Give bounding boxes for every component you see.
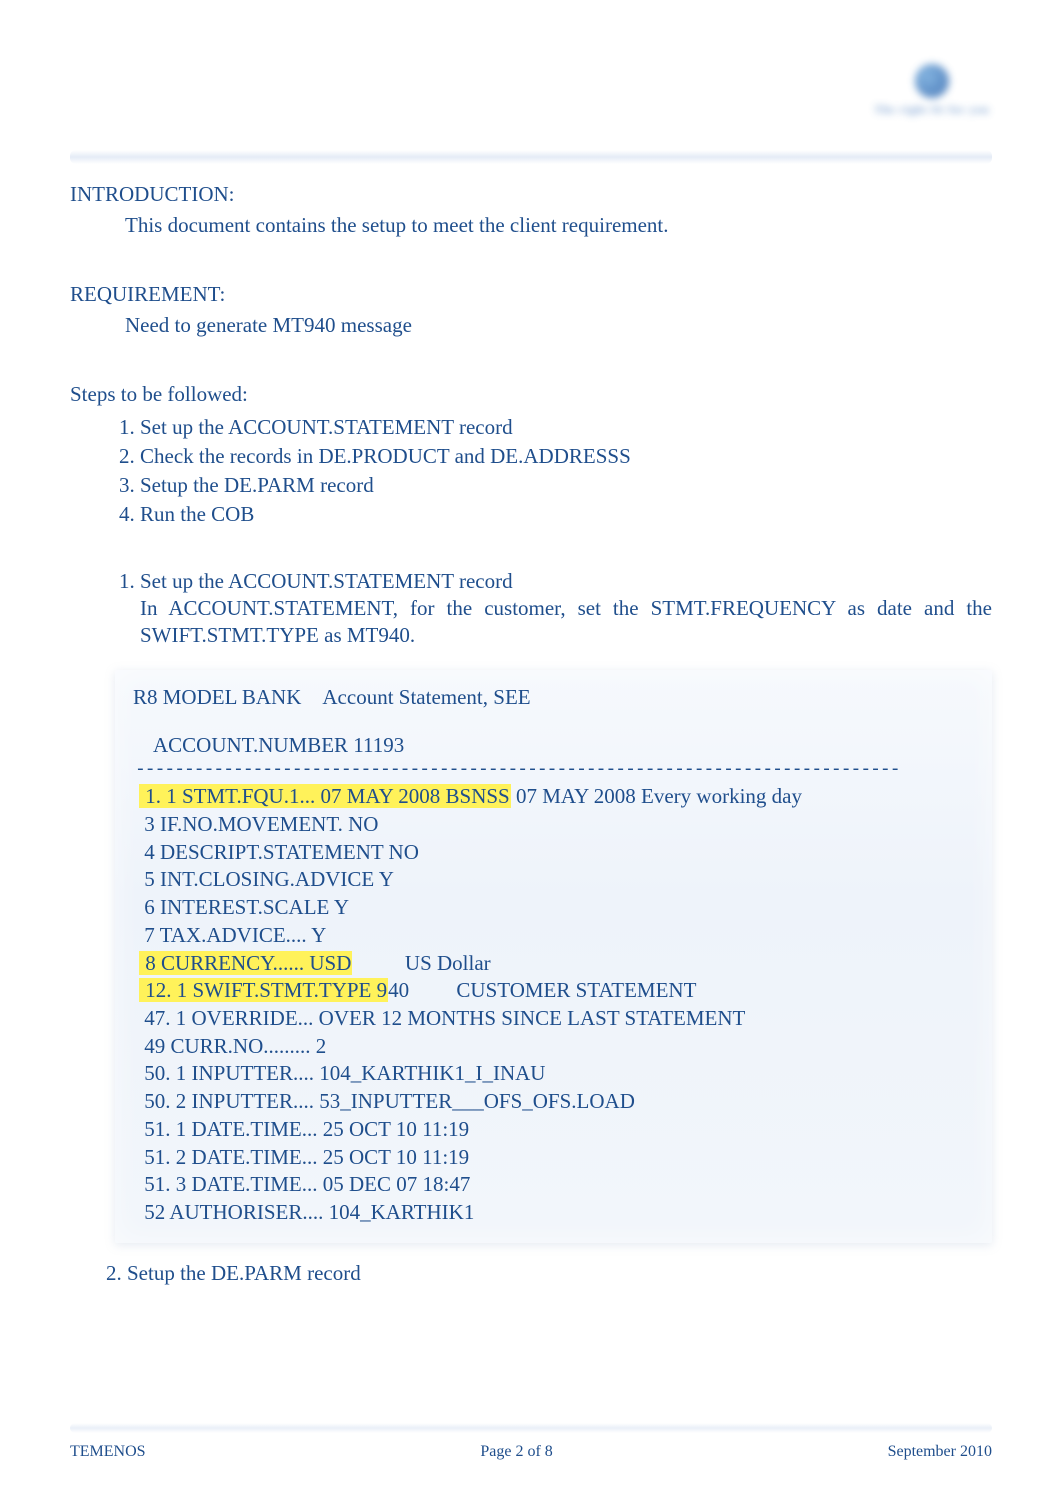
terminal-row: 4 DESCRIPT.STATEMENT NO [139,839,974,867]
footer-right: September 2010 [888,1443,992,1461]
terminal-row: 50. 2 INPUTTER.... 53_INPUTTER___OFS_OFS… [139,1088,974,1116]
terminal-row-rest: 40 CUSTOMER STATEMENT [388,978,696,1002]
highlight: 12. 1 SWIFT.STMT.TYPE 9 [139,978,388,1002]
step-item: Set up the ACCOUNT.STATEMENT record [140,413,992,442]
requirement-body: Need to generate MT940 message [125,313,992,338]
terminal-row: 1. 1 STMT.FQU.1... 07 MAY 2008 BSNSS 07 … [139,783,974,811]
footer-left: TEMENOS [70,1443,146,1461]
step-item: Setup the DE.PARM record [140,471,992,500]
terminal-row: 47. 1 OVERRIDE... OVER 12 MONTHS SINCE L… [139,1005,974,1033]
detail-item-1-title: Set up the ACCOUNT.STATEMENT record [140,569,513,593]
footer-center: Page 2 of 8 [480,1443,552,1461]
terminal-row: 51. 1 DATE.TIME... 25 OCT 10 11:19 [139,1116,974,1144]
terminal-row: 50. 1 INPUTTER.... 104_KARTHIK1_I_INAU [139,1060,974,1088]
terminal-row: 51. 3 DATE.TIME... 05 DEC 07 18:47 [139,1171,974,1199]
terminal-divider: ----------------------------------------… [135,759,974,783]
terminal-account: ACCOUNT.NUMBER 11193 [153,732,974,760]
terminal-account-value: 11193 [353,733,404,757]
terminal-row-rest: US Dollar [352,951,490,975]
introduction-heading: INTRODUCTION: [70,182,992,207]
terminal-row: 51. 2 DATE.TIME... 25 OCT 10 11:19 [139,1144,974,1172]
terminal-row-rest: 07 MAY 2008 Every working day [511,784,802,808]
terminal-screen: Account Statement, SEE [322,685,530,709]
brand-logo: The right fit for you [862,50,1002,130]
terminal-bank: R8 MODEL BANK [133,685,301,709]
terminal-row: 7 TAX.ADVICE.... Y [139,922,974,950]
footer-divider [70,1423,992,1433]
terminal-row: 52 AUTHORISER.... 104_KARTHIK1 [139,1199,974,1227]
steps-heading: Steps to be followed: [70,382,992,407]
detail-item-1: Set up the ACCOUNT.STATEMENT record In A… [140,569,992,652]
introduction-body: This document contains the setup to meet… [125,213,992,238]
requirement-heading: REQUIREMENT: [70,282,992,307]
page-footer: TEMENOS Page 2 of 8 September 2010 [70,1443,992,1461]
terminal-row: 6 INTEREST.SCALE Y [139,894,974,922]
terminal-row: 12. 1 SWIFT.STMT.TYPE 940 CUSTOMER STATE… [139,977,974,1005]
terminal-row: 8 CURRENCY...... USD US Dollar [139,950,974,978]
terminal-screenshot: R8 MODEL BANK Account Statement, SEE ACC… [115,670,992,1243]
terminal-row: 3 IF.NO.MOVEMENT. NO [139,811,974,839]
terminal-row: 5 INT.CLOSING.ADVICE Y [139,866,974,894]
terminal-row: 49 CURR.NO......... 2 [139,1033,974,1061]
terminal-title: R8 MODEL BANK Account Statement, SEE [133,684,974,712]
terminal-account-label: ACCOUNT.NUMBER [153,733,348,757]
detail-list: Set up the ACCOUNT.STATEMENT record In A… [140,569,992,652]
detail-item-1-line2: SWIFT.STMT.TYPE as MT940. [140,623,992,648]
logo-caption: The right fit for you [875,104,990,116]
highlight: 1. 1 STMT.FQU.1... 07 MAY 2008 BSNSS [139,784,511,808]
logo-circle-icon [915,64,949,98]
step-item: Run the COB [140,500,992,529]
highlight: 8 CURRENCY...... USD [139,951,352,975]
detail-item-1-line1: In ACCOUNT.STATEMENT, for the customer, … [140,596,992,621]
step-item: Check the records in DE.PRODUCT and DE.A… [140,442,992,471]
detail-item-2: 2. Setup the DE.PARM record [106,1261,992,1286]
steps-list: Set up the ACCOUNT.STATEMENT record Chec… [140,413,992,529]
header-divider [70,150,992,164]
